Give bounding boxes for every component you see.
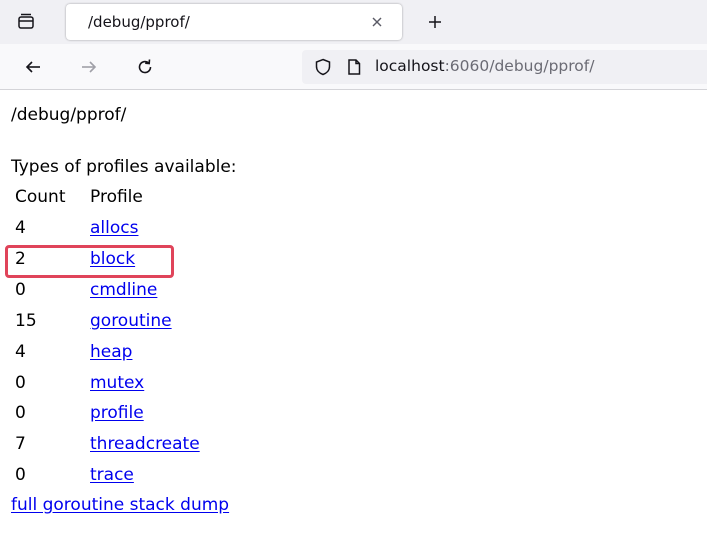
profile-row-allocs: 4 allocs xyxy=(0,218,400,244)
active-tab[interactable]: /debug/pprof/ xyxy=(66,4,402,40)
count-column-header: Count xyxy=(15,187,66,207)
profile-link-block[interactable]: block xyxy=(90,249,135,269)
profiles-heading: Types of profiles available: xyxy=(11,157,237,177)
back-arrow-icon[interactable] xyxy=(21,55,45,79)
profile-row-threadcreate: 7 threadcreate xyxy=(0,434,400,460)
profile-link-goroutine[interactable]: goroutine xyxy=(90,311,172,331)
profile-row-trace: 0 trace xyxy=(0,465,400,491)
page-content: /debug/pprof/ Types of profiles availabl… xyxy=(0,91,707,533)
profile-link-threadcreate[interactable]: threadcreate xyxy=(90,434,200,454)
profile-count: 4 xyxy=(15,218,26,238)
url-text[interactable]: localhost:6060/debug/pprof/ xyxy=(375,57,594,75)
profile-count: 0 xyxy=(15,403,26,423)
profile-link-mutex[interactable]: mutex xyxy=(90,373,144,393)
url-bar[interactable]: localhost:6060/debug/pprof/ xyxy=(302,50,707,84)
profile-link-trace[interactable]: trace xyxy=(90,465,134,485)
profile-link-cmdline[interactable]: cmdline xyxy=(90,280,157,300)
profile-count: 0 xyxy=(15,280,26,300)
profile-link-heap[interactable]: heap xyxy=(90,342,132,362)
url-host: localhost xyxy=(375,57,445,75)
profile-count: 7 xyxy=(15,434,26,454)
page-icon[interactable] xyxy=(345,58,363,76)
profile-count: 0 xyxy=(15,373,26,393)
profile-link-profile[interactable]: profile xyxy=(90,403,144,423)
url-path: :6060/debug/pprof/ xyxy=(444,57,595,75)
profile-count: 2 xyxy=(15,249,26,269)
close-icon[interactable] xyxy=(368,13,386,31)
profile-count: 4 xyxy=(15,342,26,362)
page-path: /debug/pprof/ xyxy=(11,105,127,125)
shield-icon[interactable] xyxy=(314,58,332,76)
plus-icon[interactable] xyxy=(423,10,447,34)
profile-row-block: 2 block xyxy=(0,249,400,275)
tab-title: /debug/pprof/ xyxy=(88,13,190,31)
profile-row-cmdline: 0 cmdline xyxy=(0,280,400,306)
profile-row-goroutine: 15 goroutine xyxy=(0,311,400,337)
profile-row-heap: 4 heap xyxy=(0,342,400,368)
tab-bar: /debug/pprof/ xyxy=(0,0,707,44)
profile-row-profile: 0 profile xyxy=(0,403,400,429)
navigation-bar: localhost:6060/debug/pprof/ xyxy=(0,44,707,90)
forward-arrow-icon[interactable] xyxy=(77,55,101,79)
tab-list-icon[interactable] xyxy=(14,10,38,34)
reload-icon[interactable] xyxy=(133,55,157,79)
profile-link-allocs[interactable]: allocs xyxy=(90,218,138,238)
profile-count: 0 xyxy=(15,465,26,485)
full-goroutine-stack-dump-link[interactable]: full goroutine stack dump xyxy=(11,495,229,515)
profile-column-header: Profile xyxy=(90,187,143,207)
profile-row-mutex: 0 mutex xyxy=(0,373,400,399)
profile-count: 15 xyxy=(15,311,37,331)
